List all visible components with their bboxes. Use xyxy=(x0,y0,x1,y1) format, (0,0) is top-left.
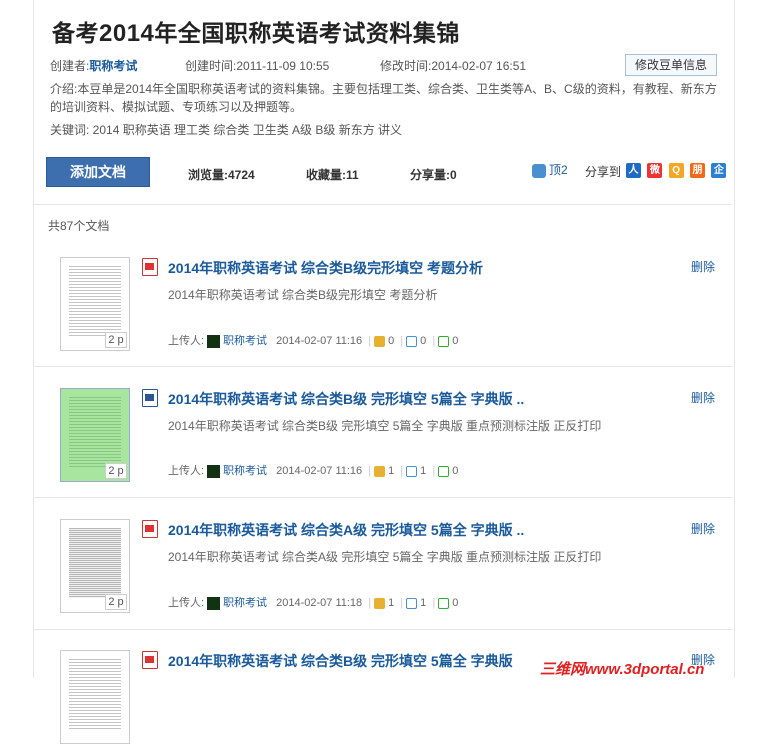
doc-description: 2014年职称英语考试 综合类B级完形填空 考题分析 xyxy=(168,288,438,302)
divider xyxy=(34,366,732,367)
thumbs-up-icon xyxy=(532,163,546,178)
author-link[interactable]: 职称考试 xyxy=(223,597,267,609)
modified-time: 修改时间:2014-02-07 16:51 xyxy=(380,59,527,73)
thumbs-up-icon[interactable] xyxy=(374,465,386,477)
share-count: 分享量:0 xyxy=(410,168,457,182)
document-count: 共87个文档 xyxy=(48,219,110,233)
comment-icon[interactable] xyxy=(406,335,418,347)
share-label: 分享到 xyxy=(585,165,622,179)
renren-icon[interactable]: 人 xyxy=(626,163,641,179)
doc-thumbnail[interactable] xyxy=(60,650,130,744)
doc-title[interactable]: 2014年职称英语考试 综合类B级 完形填空 5篇全 字典版 .. xyxy=(168,389,524,409)
pdf-icon xyxy=(142,520,158,538)
page-title: 备考2014年全国职称英语考试资料集锦 xyxy=(52,20,460,47)
divider xyxy=(34,497,732,498)
comment-icon[interactable] xyxy=(406,465,418,477)
created-time: 创建时间:2011-11-09 10:55 xyxy=(185,59,330,73)
doc-thumbnail[interactable]: 2 p xyxy=(60,519,130,613)
weibo-icon[interactable]: 微 xyxy=(647,163,663,179)
doc-title[interactable]: 2014年职称英语考试 综合类B级完形填空 考题分析 xyxy=(168,258,483,278)
author-link[interactable]: 职称考试 xyxy=(223,465,267,477)
delete-button[interactable]: 删除 xyxy=(691,520,715,537)
pdf-icon xyxy=(142,258,158,276)
favorite-count: 收藏量:11 xyxy=(306,168,359,182)
avatar xyxy=(207,334,221,348)
author-link[interactable]: 职称考试 xyxy=(223,335,267,347)
doc-meta: 上传人: 职称考试 2014-02-07 11:18 | 1 | 1 | 0 xyxy=(168,596,459,610)
pdf-icon xyxy=(142,651,158,669)
qq-icon[interactable]: 企 xyxy=(711,163,727,179)
creator-info: 创建者:职称考试 xyxy=(50,59,138,73)
avatar xyxy=(207,464,221,478)
avatar xyxy=(207,596,221,610)
save-icon[interactable] xyxy=(438,465,450,477)
view-count: 浏览量:4724 xyxy=(188,168,255,182)
doc-description: 2014年职称英语考试 综合类B级 完形填空 5篇全 字典版 重点预测标注版 正… xyxy=(168,419,602,433)
qzone-icon[interactable]: Q xyxy=(668,163,684,179)
thumbs-up-icon[interactable] xyxy=(374,597,386,609)
watermark: 三维网www.3dportal.cn xyxy=(540,661,705,678)
delete-button[interactable]: 删除 xyxy=(691,258,715,275)
thumbs-up-icon[interactable] xyxy=(374,335,386,347)
edit-list-button[interactable]: 修改豆单信息 xyxy=(625,54,717,76)
save-icon[interactable] xyxy=(438,335,450,347)
word-icon xyxy=(142,389,158,407)
like-button[interactable]: 顶2 xyxy=(532,161,568,178)
save-icon[interactable] xyxy=(438,597,450,609)
share-icons: 人 微 Q 朋 企 xyxy=(626,163,729,179)
doc-meta: 上传人: 职称考试 2014-02-07 11:16 | 1 | 1 | 0 xyxy=(168,464,459,478)
doc-description: 2014年职称英语考试 综合类A级 完形填空 5篇全 字典版 重点预测标注版 正… xyxy=(168,550,602,564)
pengyou-icon[interactable]: 朋 xyxy=(690,163,706,179)
creator-link[interactable]: 职称考试 xyxy=(89,59,137,73)
doc-meta: 上传人: 职称考试 2014-02-07 11:16 | 0 | 0 | 0 xyxy=(168,334,459,348)
keywords: 关键词: 2014 职称英语 理工类 综合类 卫生类 A级 B级 新东方 讲义 xyxy=(50,123,403,137)
add-document-button[interactable]: 添加文档 xyxy=(46,157,150,187)
delete-button[interactable]: 删除 xyxy=(691,389,715,406)
comment-icon[interactable] xyxy=(406,597,418,609)
doc-title[interactable]: 2014年职称英语考试 综合类A级 完形填空 5篇全 字典版 .. xyxy=(168,520,524,540)
divider xyxy=(34,204,732,205)
doc-title[interactable]: 2014年职称英语考试 综合类B级 完形填空 5篇全 字典版 xyxy=(168,651,513,671)
intro-text: 介绍:本豆单是2014年全国职称英语考试的资料集锦。主要包括理工类、综合类、卫生… xyxy=(50,82,717,114)
divider xyxy=(34,629,732,630)
doc-thumbnail[interactable]: 2 p xyxy=(60,388,130,482)
doc-thumbnail[interactable]: 2 p xyxy=(60,257,130,351)
